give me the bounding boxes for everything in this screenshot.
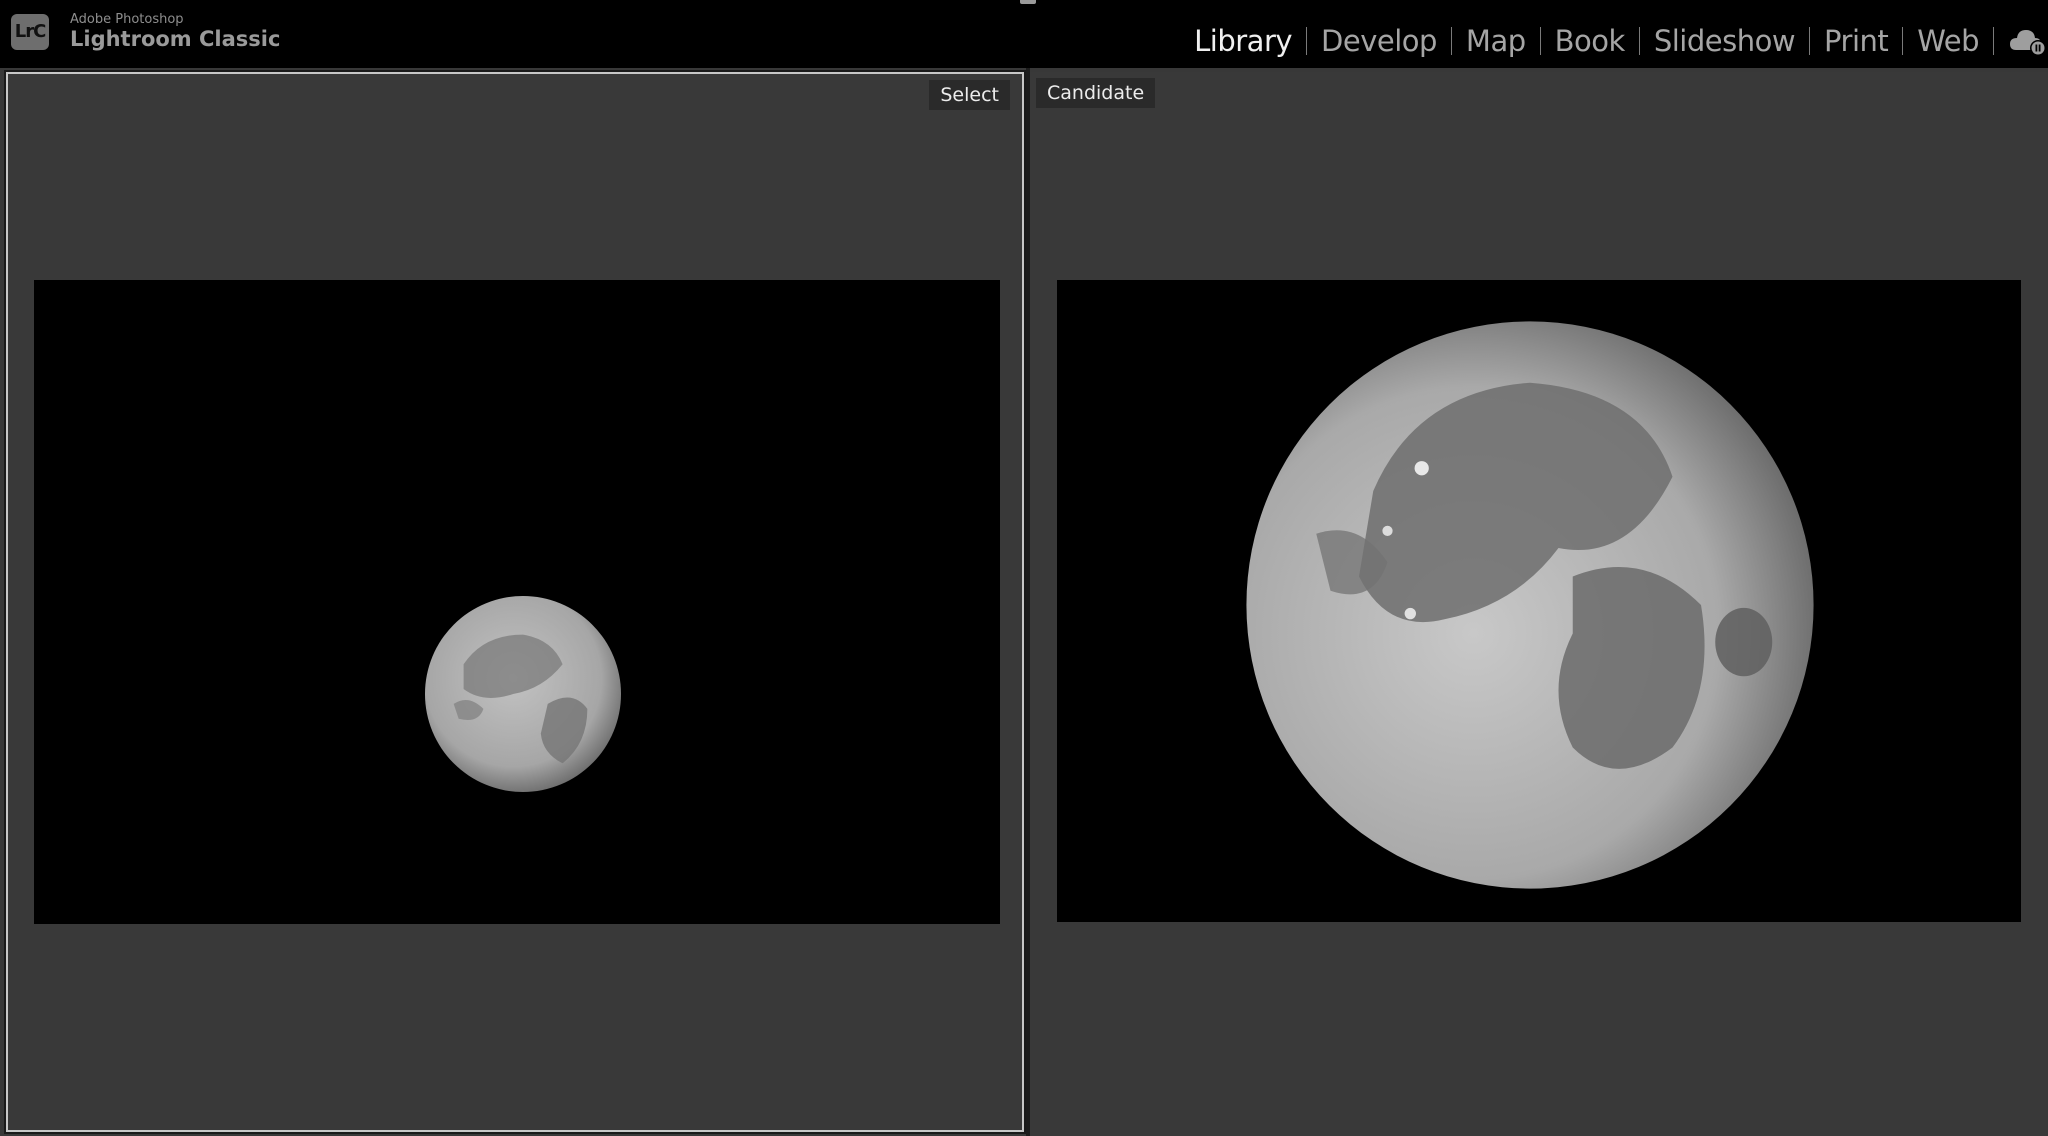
module-separator — [1993, 27, 1994, 55]
module-print[interactable]: Print — [1810, 24, 1902, 58]
app-identity: Adobe Photoshop Lightroom Classic — [70, 12, 280, 51]
candidate-photo[interactable] — [1057, 280, 2021, 922]
app-vendor: Adobe Photoshop — [70, 12, 184, 27]
module-slideshow[interactable]: Slideshow — [1640, 24, 1809, 58]
moon-image-small — [424, 595, 622, 793]
module-map[interactable]: Map — [1452, 24, 1540, 58]
select-photo[interactable] — [34, 280, 1000, 924]
candidate-pane[interactable]: Candidate — [1030, 72, 2048, 1136]
module-book[interactable]: Book — [1541, 24, 1639, 58]
candidate-label: Candidate — [1036, 78, 1156, 108]
module-picker: Library Develop Map Book Slideshow Print… — [1180, 18, 2048, 64]
top-panel-toggle-icon[interactable] — [1020, 0, 1036, 4]
cloud-sync-paused-icon[interactable] — [2008, 26, 2048, 56]
app-name: Lightroom Classic — [70, 27, 281, 51]
select-pane[interactable]: Select — [4, 70, 1026, 1134]
compare-view: Select Candidate — [0, 68, 2048, 1136]
moon-image-large — [1246, 321, 1814, 889]
module-library[interactable]: Library — [1180, 24, 1306, 58]
lrc-logo-icon: LrC — [11, 14, 49, 50]
module-web[interactable]: Web — [1903, 24, 1993, 58]
top-bar: LrC Adobe Photoshop Lightroom Classic Li… — [0, 0, 2048, 68]
module-develop[interactable]: Develop — [1307, 24, 1451, 58]
select-label: Select — [929, 80, 1010, 110]
